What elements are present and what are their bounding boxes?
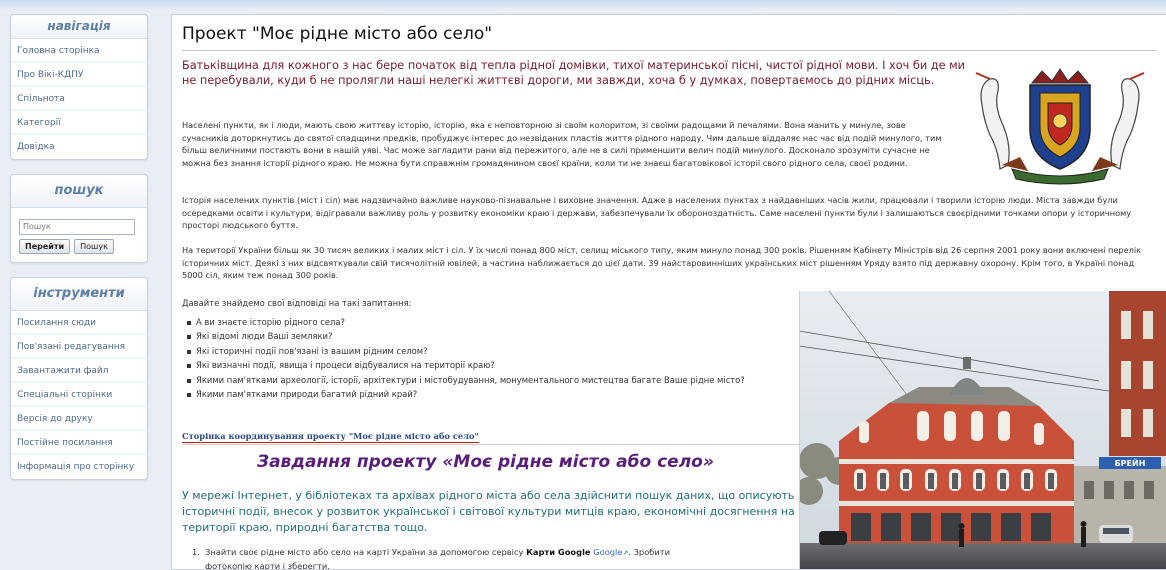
list-item: Які визначні події, явища і процеси відб… bbox=[186, 359, 786, 371]
search-button[interactable]: Пошук bbox=[74, 238, 114, 254]
sidebar-item-related-changes[interactable]: Пов'язані редагування bbox=[11, 335, 147, 359]
google-maps-service: Карти Google bbox=[526, 547, 591, 557]
search-portlet: пошук Перейти Пошук bbox=[10, 174, 148, 263]
sidebar-item-about[interactable]: Про Вікі-КДПУ bbox=[11, 63, 147, 87]
list-item: Якими пам'ятками природи багатий рідний … bbox=[186, 388, 786, 400]
list-item: Які відомі люди Ваші земляки? bbox=[186, 330, 786, 342]
sidebar-item-categories[interactable]: Категорії bbox=[11, 111, 147, 135]
sidebar-item-printable-version[interactable]: Версія до друку bbox=[11, 407, 147, 431]
title-divider bbox=[182, 50, 1157, 51]
task-number: 1. bbox=[192, 547, 200, 557]
list-item: Які історичні події пов'язані із вашим р… bbox=[186, 345, 786, 357]
task-item-1-continuation: фотокопію карти і зберегти. bbox=[205, 560, 330, 570]
sidebar-item-permanent-link[interactable]: Постійне посилання bbox=[11, 431, 147, 455]
search-buttons: Перейти Пошук bbox=[19, 238, 139, 254]
navigation-list: Головна сторінка Про Вікі-КДПУ Спільнота… bbox=[11, 39, 147, 159]
sidebar-item-help[interactable]: Довідка bbox=[11, 135, 147, 159]
sidebar-item-what-links-here[interactable]: Посилання сюди bbox=[11, 311, 147, 335]
navigation-heading: навігація bbox=[11, 15, 147, 39]
top-band bbox=[0, 0, 1166, 10]
intro-text: Батьківщина для кожного з нас бере почат… bbox=[182, 59, 966, 87]
photo-border bbox=[799, 291, 800, 569]
task-text-after: . Зробити bbox=[628, 547, 670, 557]
shop-sign: БРЕЙН bbox=[1115, 457, 1146, 468]
tasks-heading: Завдання проекту «Моє рідне місто або се… bbox=[257, 452, 714, 472]
tools-heading: інструменти bbox=[11, 277, 147, 311]
questions-intro: Давайте знайдемо свої відповіді на такі … bbox=[182, 298, 412, 308]
go-button[interactable]: Перейти bbox=[19, 238, 71, 254]
search-heading: пошук bbox=[11, 175, 147, 208]
sidebar-item-page-info[interactable]: Інформація про сторінку bbox=[11, 455, 147, 479]
sidebar-item-upload-file[interactable]: Завантажити файл bbox=[11, 359, 147, 383]
city-building-image: БРЕЙН bbox=[799, 291, 1166, 569]
main-content: Проект "Моє рідне місто або село" Батькі… bbox=[171, 14, 1166, 570]
sidebar: навігація Головна сторінка Про Вікі-КДПУ… bbox=[10, 14, 148, 494]
tools-portlet: інструменти Посилання сюди Пов'язані ред… bbox=[10, 276, 148, 480]
sidebar-item-community[interactable]: Спільнота bbox=[11, 87, 147, 111]
list-item: Якими пам'ятками археології, історії, ар… bbox=[186, 374, 786, 386]
questions-list: А ви знаєте історію рідного села? Які ві… bbox=[186, 316, 786, 402]
page-title: Проект "Моє рідне місто або село" bbox=[182, 24, 493, 44]
tasks-list: 1. Знайти своє рідне місто або село на ка… bbox=[192, 546, 792, 570]
search-input[interactable] bbox=[19, 218, 135, 235]
tasks-intro-text: У мережі Інтернет, у бібліотеках та архі… bbox=[182, 489, 795, 534]
paragraph-history: Населені пункти, як і люди, мають свою ж… bbox=[182, 120, 942, 168]
tools-list: Посилання сюди Пов'язані редагування Зав… bbox=[11, 311, 147, 479]
task-text-before: Знайти своє рідне місто або село на карт… bbox=[205, 547, 524, 557]
paragraph-statistics: На території України більш як 30 тисяч в… bbox=[182, 245, 1142, 281]
navigation-portlet: навігація Головна сторінка Про Вікі-КДПУ… bbox=[10, 14, 148, 160]
list-item: А ви знаєте історію рідного села? bbox=[186, 316, 786, 328]
sidebar-item-special-pages[interactable]: Спеціальні сторінки bbox=[11, 383, 147, 407]
coat-of-arms-image bbox=[972, 65, 1148, 185]
paragraph-significance: Історія населених пунктів (міст і сіл) м… bbox=[182, 195, 1132, 231]
sidebar-item-main-page[interactable]: Головна сторінка bbox=[11, 39, 147, 63]
search-box: Перейти Пошук bbox=[11, 208, 147, 262]
coat-of-arms-icon bbox=[975, 68, 1145, 185]
city-building-photo: БРЕЙН bbox=[799, 291, 1166, 569]
task-item-1: 1. Знайти своє рідне місто або село на ка… bbox=[192, 546, 792, 560]
section-divider bbox=[182, 444, 800, 445]
google-link[interactable]: Google bbox=[593, 547, 622, 557]
coordination-page-link[interactable]: Сторінка координування проекту "Моє рідн… bbox=[182, 431, 479, 443]
